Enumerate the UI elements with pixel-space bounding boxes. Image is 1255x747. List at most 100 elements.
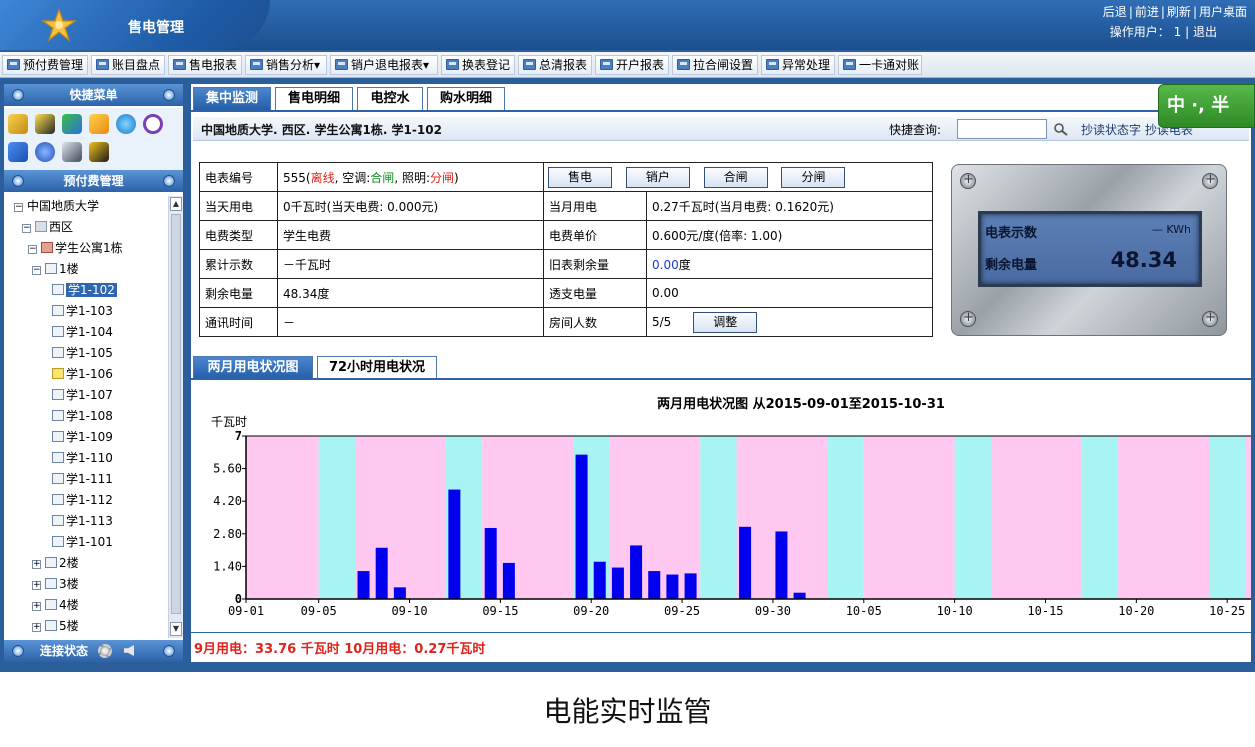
collapse-icon[interactable]: − [28,245,37,254]
remaining-power-label: 剩余电量 [199,278,278,308]
tree-node-floor-1[interactable]: − 1楼 [32,259,79,279]
chart-bar [793,592,806,599]
breadcrumb: 中国地质大学. 西区. 学生公寓1栋. 学1-102 [201,123,442,137]
room-icon [52,473,64,484]
forward-link[interactable]: 前进 [1135,5,1159,19]
tree-node-room[interactable]: 学1-112 [52,490,113,510]
tree-node-room[interactable]: 学1-101 [52,532,113,552]
cumulative-reading-value: －千瓦时 [277,249,544,279]
quick-icons [4,108,183,170]
quick-query-input[interactable] [957,119,1047,139]
scroll-down-icon[interactable]: ▼ [170,622,182,636]
tree-node-room[interactable]: 学1-110 [52,448,113,468]
collapse-icon[interactable]: − [22,224,31,233]
today-usage-label: 当天用电 [199,191,278,221]
tab-sales-detail[interactable]: 售电明细 [275,87,353,111]
meter-no-label: 电表编号 [199,162,278,192]
tree-node-floor[interactable]: +4楼 [32,595,79,615]
chart-band [700,436,737,599]
ac-state: 合闸 [370,170,395,185]
tab-central-monitor[interactable]: 集中监测 [193,87,271,111]
y-tick-label: 5.60 [213,462,242,476]
light-label: 照明: [401,170,430,185]
collapse-icon[interactable]: − [32,266,41,275]
gear-icon[interactable] [98,644,112,658]
back-link[interactable]: 后退 [1103,5,1127,19]
tab-two-month-chart[interactable]: 两月用电状况图 [193,356,313,380]
user-info: 操作用户： 1 | 退出 [1110,23,1217,40]
toolbar-sales-report[interactable]: 售电报表 [168,55,242,75]
toolbar-sales-analysis[interactable]: 销售分析▾ [245,55,327,75]
tree-node-room[interactable]: 学1-102 [52,280,117,300]
old-meter-remain-unit: 度 [678,257,691,272]
close-account-button[interactable]: 销户 [625,166,690,188]
tree-node-room[interactable]: 学1-113 [52,511,113,531]
tree-node-room[interactable]: 学1-108 [52,406,113,426]
tree-node-room[interactable]: 学1-107 [52,385,113,405]
search-icon[interactable] [1053,122,1069,136]
toolbar-closing-refund-report[interactable]: 销户退电报表▾ [330,55,438,75]
tree-node-room[interactable]: 学1-106 [52,364,113,384]
sell-power-button[interactable]: 售电 [548,166,612,188]
quick-menu-header[interactable]: 快捷菜单 [4,84,183,106]
tree-node-building[interactable]: − 学生公寓1栋 [28,238,123,258]
document-icon [446,59,459,70]
star-icon[interactable] [89,114,109,134]
document-icon [600,59,613,70]
tree-node-floor[interactable]: +5楼 [32,616,79,636]
toolbar-card-reconciliation[interactable]: 一卡通对账 [838,55,922,75]
logout-link[interactable]: 退出 [1193,25,1217,39]
expand-icon[interactable]: + [32,581,41,590]
expand-icon[interactable]: + [32,602,41,611]
tree-node-root[interactable]: − 中国地质大学 [14,196,99,216]
wrench-icon[interactable] [89,142,109,162]
toolbar-total-clear-report[interactable]: 总清报表 [518,55,592,75]
adjust-button[interactable]: 调整 [693,311,758,333]
room-icon [52,431,64,442]
tool-icon[interactable] [62,142,82,162]
user-label: 操作用户： [1109,25,1170,39]
refresh-link[interactable]: 刷新 [1167,5,1191,19]
tree-node-floor[interactable]: +3楼 [32,574,79,594]
room-alert-icon [52,368,64,379]
comm-time-value: － [277,307,544,337]
scroll-up-icon[interactable]: ▲ [170,197,182,211]
tree-node-floor[interactable]: +2楼 [32,553,79,573]
speaker-icon[interactable] [124,645,134,656]
ime-indicator[interactable]: 中 ·, 半 [1158,84,1255,128]
tree-label: 学1-101 [66,535,113,549]
toolbar-prepay-management[interactable]: 预付费管理 [2,55,88,75]
toolbar-open-account-report[interactable]: 开户报表 [595,55,669,75]
tree-node-room[interactable]: 学1-105 [52,343,113,363]
tab-power-water[interactable]: 电控水 [357,87,423,111]
user-desktop-link[interactable]: 用户桌面 [1199,5,1247,19]
collapse-icon[interactable]: − [14,203,23,212]
switch-off-button[interactable]: 分闸 [781,166,846,188]
toolbar-switch-settings[interactable]: 拉合闸设置 [672,55,758,75]
tree-scrollbar[interactable]: ▲ ▼ [168,196,183,638]
tree-node-room[interactable]: 学1-104 [52,322,113,342]
toolbar-exception-handling[interactable]: 异常处理 [761,55,835,75]
clock-icon[interactable] [143,114,163,134]
globe-icon[interactable] [116,114,136,134]
tree-node-district[interactable]: − 西区 [22,217,73,237]
tree-node-room[interactable]: 学1-109 [52,427,113,447]
switch-on-button[interactable]: 合闸 [703,166,768,188]
key-icon[interactable] [8,114,28,134]
tab-72-hour-chart[interactable]: 72小时用电状况 [317,356,437,380]
earth-icon[interactable] [35,142,55,162]
toolbar-account-check[interactable]: 账目盘点 [91,55,165,75]
expand-icon[interactable]: + [32,623,41,632]
recycle-icon[interactable] [62,114,82,134]
expand-icon[interactable]: + [32,560,41,569]
prepay-management-header[interactable]: 预付费管理 [4,170,183,192]
tag-icon[interactable] [35,114,55,134]
scroll-thumb[interactable] [171,214,181,614]
tab-water-purchase[interactable]: 购水明细 [427,87,505,111]
chart-icon[interactable] [8,142,28,162]
x-tick-label: 10-05 [846,604,882,618]
tree-node-room[interactable]: 学1-103 [52,301,113,321]
x-tick-label: 10-20 [1118,604,1154,618]
tree-node-room[interactable]: 学1-111 [52,469,113,489]
toolbar-meter-change[interactable]: 换表登记 [441,55,515,75]
